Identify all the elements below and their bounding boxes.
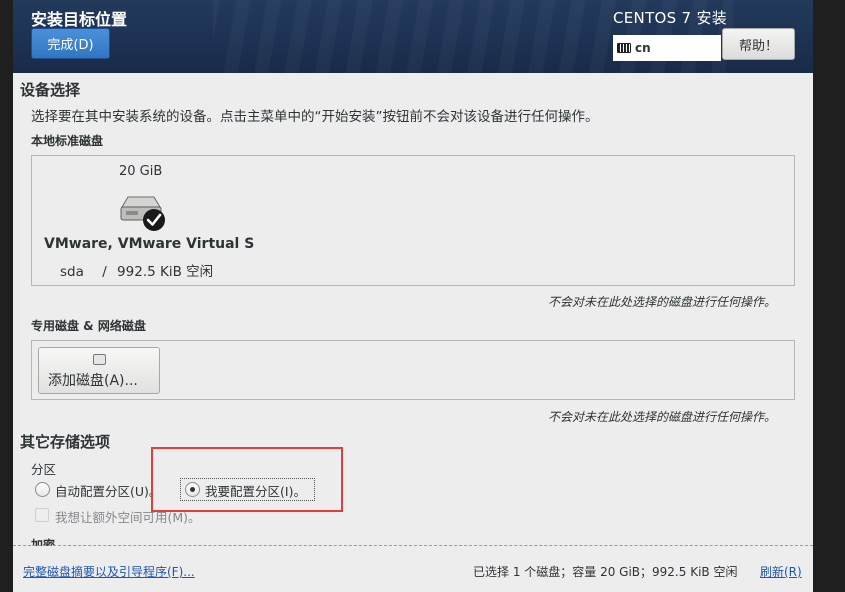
installation-destination-content: 设备选择 选择要在其中安装系统的设备。点击主菜单中的“开始安装”按钮前不会对该设…: [13, 73, 813, 592]
special-disks-note: 不会对未在此处选择的磁盘进行任何操作。: [548, 410, 777, 424]
partitioning-title: 分区: [31, 462, 57, 477]
bottom-bar: 完整磁盘摘要以及引导程序(F)... 已选择 1 个磁盘；容量 20 GiB；9…: [13, 556, 813, 592]
disk-separator: /: [102, 264, 107, 280]
checkbox-unchecked: [35, 508, 49, 522]
device-selection-description: 选择要在其中安装系统的设备。点击主菜单中的“开始安装”按钮前不会对该设备进行任何…: [31, 109, 599, 125]
disk-device: sda: [60, 264, 84, 280]
help-button[interactable]: 帮助！: [722, 28, 795, 60]
keyboard-layout-indicator[interactable]: cn: [613, 35, 721, 61]
refresh-link[interactable]: 刷新(R): [760, 563, 802, 580]
local-disks-title: 本地标准磁盘: [31, 134, 104, 148]
full-disk-summary-link[interactable]: 完整磁盘摘要以及引导程序(F)...: [23, 563, 195, 580]
done-button[interactable]: 完成(D): [31, 28, 110, 59]
extra-space-label: 我想让额外空间可用(M)。: [55, 510, 201, 525]
auto-partition-label: 自动配置分区(U)。: [55, 484, 162, 499]
product-title: CENTOS 7 安装: [613, 9, 728, 27]
radio-unchecked: [35, 482, 50, 497]
selection-status: 已选择 1 个磁盘；容量 20 GiB；992.5 KiB 空闲: [473, 565, 738, 579]
extra-space-checkbox[interactable]: 我想让额外空间可用(M)。: [35, 507, 215, 525]
special-disks-title: 专用磁盘 & 网络磁盘: [31, 319, 146, 333]
add-disk-icon: [93, 354, 106, 365]
spoke-header: 安装目标位置 完成(D) CENTOS 7 安装 cn 帮助！: [13, 0, 813, 73]
disk-free-space: sda / 992.5 KiB 空闲: [60, 260, 213, 280]
spoke-title: 安装目标位置: [31, 10, 128, 29]
keyboard-icon: [617, 43, 631, 53]
keyboard-layout-label: cn: [635, 41, 651, 55]
add-disk-label: 添加磁盘(A)...: [48, 373, 138, 389]
hard-disk-selected-icon: [120, 196, 165, 231]
other-storage-title: 其它存储选项: [20, 433, 111, 451]
disk-name: VMware, VMware Virtual S: [44, 236, 255, 252]
annotation-highlight-box: [151, 447, 343, 512]
local-disks-note: 不会对未在此处选择的磁盘进行任何操作。: [548, 295, 777, 309]
window-edge: [813, 0, 845, 592]
disk-free: 992.5 KiB 空闲: [117, 264, 214, 280]
disk-selector-sda[interactable]: 20 GiB VMware, VMware Virtual S sda / 99…: [31, 155, 255, 286]
add-disk-button[interactable]: 添加磁盘(A)...: [38, 347, 160, 394]
device-selection-title: 设备选择: [20, 81, 81, 99]
bottom-divider: [13, 545, 813, 546]
disk-size: 20 GiB: [119, 164, 163, 179]
